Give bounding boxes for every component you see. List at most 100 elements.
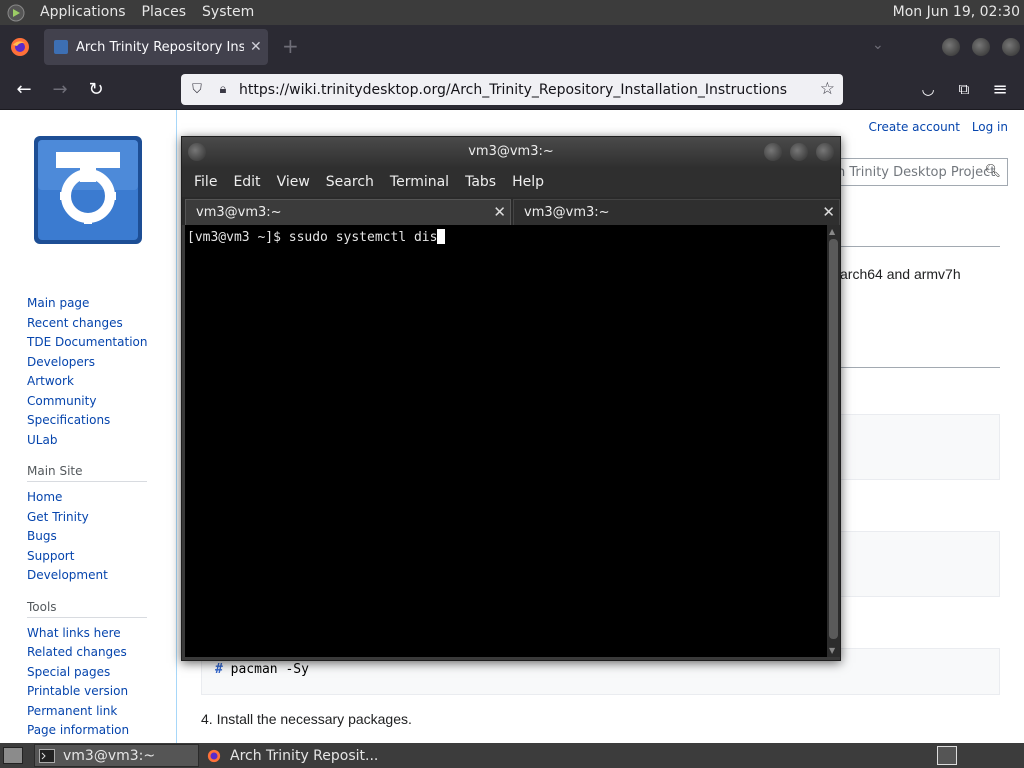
applications-menu[interactable]: Applications [32,0,134,25]
url-text[interactable]: https://wiki.trinitydesktop.org/Arch_Tri… [239,82,787,98]
sidebar-link[interactable]: ULab [27,431,167,451]
sidebar-link[interactable]: Bugs [27,527,167,547]
sidebar-link[interactable]: Support [27,547,167,567]
sidebar-link[interactable]: Home [27,488,167,508]
scrollbar-thumb[interactable] [829,239,838,639]
close-tab-icon[interactable]: ✕ [822,203,835,221]
window-menu-icon[interactable] [188,143,206,161]
list-tabs-icon[interactable]: ⌄ [872,37,884,53]
extensions-icon[interactable]: ⧉ [952,77,976,101]
sidebar-link[interactable]: Developers [27,353,167,373]
code-command-text: pacman -Sy [222,662,309,677]
sidebar-link[interactable]: Artwork [27,372,167,392]
taskbar-item-label: Arch Trinity Reposit... [230,747,379,764]
sidebar-heading-main-site: Main Site [27,464,147,482]
url-bar[interactable]: ⛉ 🔒︎ https://wiki.trinitydesktop.org/Arc… [181,74,843,105]
taskbar-item-terminal[interactable]: vm3@vm3:~ [34,744,199,767]
bottom-panel: vm3@vm3:~ Arch Trinity Reposit... [0,743,1024,768]
sidebar-link[interactable]: Printable version [27,682,167,702]
code-prompt-hash: # [215,662,223,677]
wiki-search-placeholder: h Trinity Desktop Project [837,164,996,180]
menu-search[interactable]: Search [318,167,382,197]
content-text-fragment: arch64 and armv7h [840,266,961,282]
sidebar-link[interactable]: Development [27,566,167,586]
close-window-icon[interactable] [1002,38,1020,56]
heading-rule [840,246,1000,247]
menu-terminal[interactable]: Terminal [382,167,457,197]
menu-icon[interactable]: ≡ [988,77,1012,101]
bookmark-star-icon[interactable]: ☆ [820,79,835,99]
wiki-search-input[interactable]: h Trinity Desktop Project 🔍︎ [830,158,1008,186]
terminal-menubar: File Edit View Search Terminal Tabs Help [182,167,840,197]
distro-logo-icon[interactable] [6,4,26,22]
sidebar-link[interactable]: Recent changes [27,314,167,334]
menu-view[interactable]: View [269,167,318,197]
maximize-window-icon[interactable] [790,143,808,161]
close-window-icon[interactable] [816,143,834,161]
show-desktop-icon[interactable] [3,747,23,764]
taskbar-item-firefox[interactable]: Arch Trinity Reposit... [202,744,402,767]
create-account-link[interactable]: Create account [868,120,960,134]
terminal-icon [39,748,55,763]
menu-edit[interactable]: Edit [225,167,268,197]
sidebar-link[interactable]: Special pages [27,663,167,683]
sidebar-link[interactable]: What links here [27,624,167,644]
code-block [840,531,1000,597]
terminal-output[interactable]: [vm3@vm3 ~]$ ssudo systemctl dis [185,225,827,657]
sidebar-link[interactable]: Specifications [27,411,167,431]
sidebar-link[interactable]: Permanent link [27,702,167,722]
forward-icon[interactable]: → [48,77,72,101]
new-tab-icon[interactable]: + [282,35,299,57]
terminal-titlebar[interactable]: vm3@vm3:~ [182,137,840,167]
menu-tabs[interactable]: Tabs [457,167,504,197]
minimize-window-icon[interactable] [764,143,782,161]
menu-help[interactable]: Help [504,167,552,197]
places-menu[interactable]: Places [134,0,195,25]
trinity-logo[interactable] [32,134,144,246]
browser-tab-strip: Arch Trinity Repository Insta ✕ + ⌄ [0,25,1024,69]
pocket-icon[interactable]: ◡ [916,77,940,101]
close-tab-icon[interactable]: ✕ [493,203,506,221]
terminal-tab[interactable]: vm3@vm3:~ ✕ [513,199,840,225]
back-icon[interactable]: ← [12,77,36,101]
firefox-icon [207,749,221,762]
terminal-window: vm3@vm3:~ File Edit View Search Terminal… [181,136,841,661]
reload-icon[interactable]: ↻ [84,77,108,101]
browser-tab[interactable]: Arch Trinity Repository Insta ✕ [44,29,268,65]
log-in-link[interactable]: Log in [972,120,1008,134]
terminal-title: vm3@vm3:~ [468,144,554,159]
sidebar-link[interactable]: Get Trinity [27,508,167,528]
sidebar-link[interactable]: Main page [27,294,167,314]
system-menu[interactable]: System [194,0,262,25]
top-panel: Applications Places System Mon Jun 19, 0… [0,0,1024,25]
code-block [840,414,1000,480]
terminal-line: [vm3@vm3 ~]$ ssudo systemctl dis [187,230,438,245]
clock[interactable]: Mon Jun 19, 02:30 [893,0,1020,25]
tracking-shield-icon[interactable]: ⛉ [187,82,207,97]
sidebar-heading-tools: Tools [27,600,147,618]
workspace-switcher[interactable] [937,746,957,765]
scroll-up-icon[interactable]: ▲ [829,227,835,236]
sidebar-link[interactable]: Page information [27,721,167,741]
sidebar-link[interactable]: Related changes [27,643,167,663]
terminal-tab[interactable]: vm3@vm3:~ ✕ [185,199,511,225]
terminal-tab-bar: vm3@vm3:~ ✕ vm3@vm3:~ ✕ [182,197,840,225]
terminal-scrollbar[interactable]: ▲ ▼ [827,225,840,657]
search-icon[interactable]: 🔍︎ [984,164,1001,179]
sidebar-link[interactable]: TDE Documentation [27,333,167,353]
sidebar-link[interactable]: Community [27,392,167,412]
scroll-down-icon[interactable]: ▼ [829,646,835,655]
browser-toolbar: ← → ↻ ⛉ 🔒︎ https://wiki.trinitydesktop.o… [0,69,1024,110]
code-command: # pacman -Sy [215,662,309,677]
menu-file[interactable]: File [186,167,225,197]
maximize-window-icon[interactable] [972,38,990,56]
firefox-icon[interactable] [10,37,30,57]
lock-icon[interactable]: 🔒︎ [213,82,233,97]
text-cursor [437,229,446,244]
minimize-window-icon[interactable] [942,38,960,56]
close-tab-icon[interactable]: ✕ [250,39,262,55]
browser-tab-title: Arch Trinity Repository Insta [76,39,244,55]
personal-tools: Create account Log in [860,120,1008,134]
content-divider [176,110,177,743]
terminal-tab-label: vm3@vm3:~ [196,205,282,220]
